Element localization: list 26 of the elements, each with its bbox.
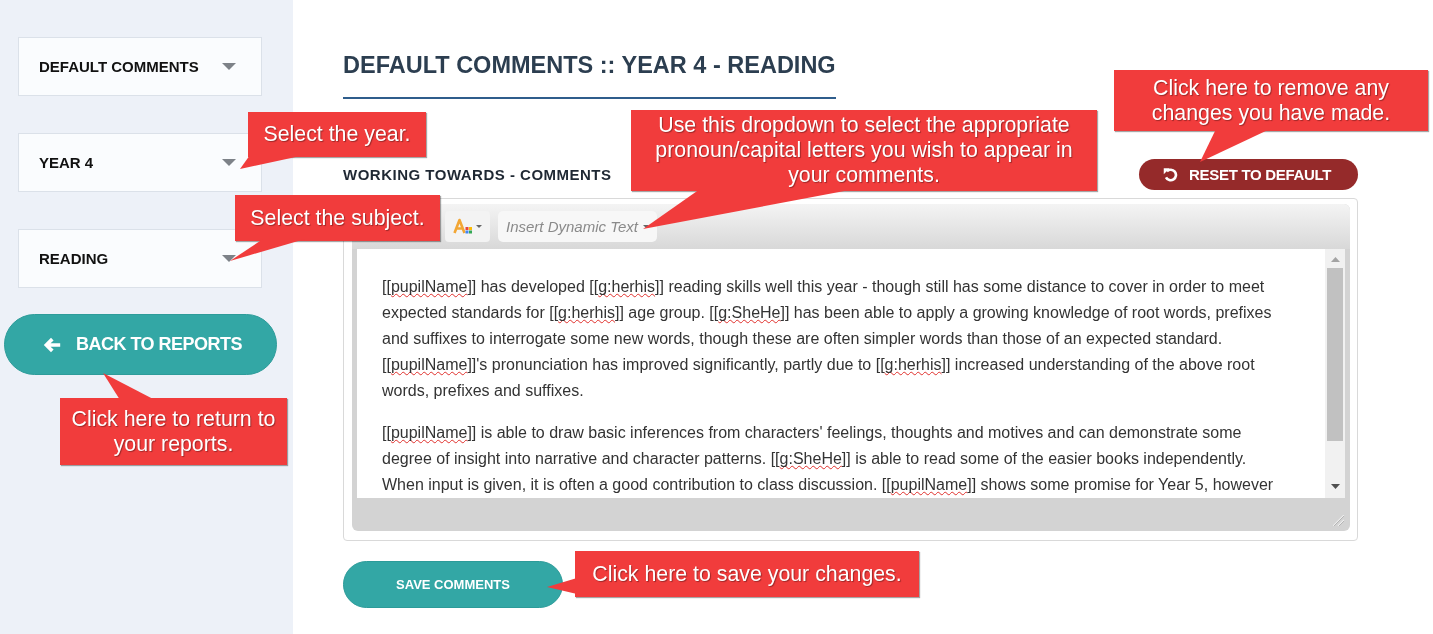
select-dropdown[interactable]: YEAR 4: [18, 133, 262, 192]
arrow-left-icon: [42, 336, 61, 353]
scrollbar-thumb[interactable]: [1327, 268, 1343, 441]
caret-icon: [222, 63, 236, 70]
caret-icon: [476, 225, 482, 228]
resize-grip-icon[interactable]: [1333, 515, 1344, 526]
callout-pointer: [547, 578, 577, 594]
comment-paragraph: [[pupilName]] has developed [[g:herhis]] reading skills well this year - though still has some distance to cover in order to meet expected standards for [[g:herhis]] age group. [[g:SheHe]] has been able to apply a growing knowledge of root words, prefixes and suffixes to interrogate some new words, though these are often simpler words than those of an expected standard. [[pupilName]]'s pronunciation has improved significantly, partly due to [[g:herhis]] increased understanding of the above root words, prefixes and suffixes.: [382, 277, 1273, 401]
scroll-down-arrow-icon[interactable]: [1330, 484, 1340, 489]
scroll-up-arrow-icon[interactable]: [1330, 257, 1340, 262]
caret-icon: [222, 255, 236, 262]
page-heading: DEFAULT COMMENTS :: YEAR 4 - READING: [343, 50, 836, 99]
scrollbar[interactable]: [1325, 249, 1345, 498]
reset-to-default-button[interactable]: RESET TO DEFAULT: [1139, 159, 1358, 190]
font-color-button[interactable]: [445, 211, 490, 242]
select-dropdown[interactable]: DEFAULT COMMENTS: [18, 37, 262, 96]
select-dropdown[interactable]: READING: [18, 229, 262, 288]
caret-icon: [222, 159, 236, 166]
callout: Click here to save your changes.: [575, 551, 919, 597]
callout-pointer: [1200, 129, 1270, 162]
callout-pointer: [103, 373, 155, 400]
comment-paragraph: [[pupilName]] is able to draw basic inferences from characters' feelings, thoughts and motives and can demonstrate some degree of insight into narrative and character patterns. [[g:SheHe]] is able to read some of the easier books independently. When input is given, it is often a good contribution to class discussion. [[pupilName]] shows some promise for Year 5, however: [382, 423, 1275, 495]
comment-text-area[interactable]: [357, 249, 1345, 498]
undo-icon: [1163, 167, 1178, 182]
font-color-icon: [453, 217, 473, 236]
section-label: WORKING TOWARDS - COMMENTS: [343, 166, 612, 183]
